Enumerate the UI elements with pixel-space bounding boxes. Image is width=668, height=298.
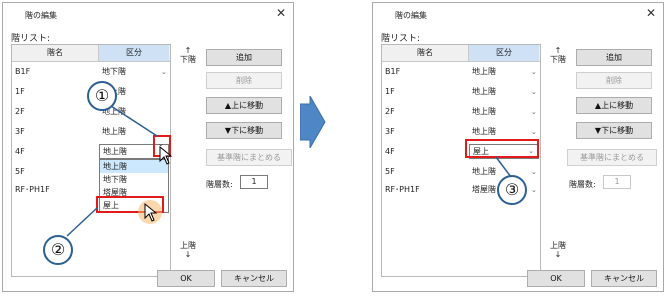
table-row[interactable]: 2F 地上階 ⌄ [382,103,540,121]
floor-name-cell: 2F [15,107,25,116]
floor-list-label: 階リスト: [11,34,51,44]
floor-list-table: 階名 区分 B1F 地上階 ⌄ 1F 地上階 ⌄ 2F 地上階 ⌄ 3F 地上階… [381,44,541,277]
floor-name-cell: RF･PH1F [15,185,50,194]
add-button[interactable]: 追加 [206,49,282,66]
floor-name-cell: RF･PH1F [385,185,420,194]
lower-floor-label: 下階 [550,55,566,64]
arrow-down-icon: ↓ [184,250,192,259]
cancel-button[interactable]: キャンセル [591,270,657,287]
floor-edit-dialog-before: 階の編集 ✕ 階リスト: 階名 区分 B1F 地下階 ⌄ 1F 地上階 2F 地… [2,2,294,292]
floor-count-label: 階層数: [206,180,233,189]
arrow-down-icon: ↓ [554,250,562,259]
column-header-category[interactable]: 区分 [99,45,169,61]
floor-name-cell: B1F [15,67,31,76]
side-bottom-label: 上階 ↓ [180,241,196,259]
floor-name-cell: 4F [15,147,25,156]
close-icon[interactable]: ✕ [646,6,656,20]
floor-name-cell: 1F [385,87,395,96]
chevron-down-icon[interactable]: ⌄ [531,163,537,181]
callout-step-3: ③ [497,175,527,205]
category-cell: 地上階 [472,87,496,96]
callout-pointer-3 [495,156,512,178]
floor-name-cell: 2F [385,107,395,116]
category-cell: 地下階 [102,67,126,76]
cancel-button[interactable]: キャンセル [221,270,287,287]
floor-edit-dialog-after: 階の編集 ✕ 階リスト: 階名 区分 B1F 地上階 ⌄ 1F 地上階 ⌄ 2F… [372,2,664,292]
mouse-pointer-icon [159,146,173,165]
side-bottom-label: 上階 ↓ [550,241,566,259]
dialog-title: 階の編集 [25,11,57,20]
arrow-up-icon: ↑ [554,46,562,55]
table-header: 階名 区分 [12,45,170,62]
side-top-label: ↑ 下階 [180,46,196,64]
move-up-button[interactable]: ▲上に移動 [576,97,652,114]
lower-floor-label: 下階 [180,55,196,64]
move-down-button[interactable]: ▼下に移動 [576,122,652,139]
category-cell: 塔屋階 [472,185,496,194]
ok-button[interactable]: OK [157,270,215,287]
floor-name-cell: 1F [15,87,25,96]
step-arrow-icon [300,96,326,148]
floor-name-cell: 4F [385,147,395,156]
mouse-click-highlight-icon [138,200,162,224]
column-header-floor-name[interactable]: 階名 [12,45,99,61]
table-row[interactable]: B1F 地下階 ⌄ [12,63,170,81]
callout-step-2: ② [43,235,73,265]
merge-base-floor-button[interactable]: 基準階にまとめる [567,149,657,166]
floor-name-cell: 3F [385,127,395,136]
floor-count-label: 階層数: [569,180,596,189]
callout-pointer-2 [66,207,98,237]
chevron-down-icon[interactable]: ⌄ [531,63,537,81]
upper-floor-label: 上階 [180,241,196,250]
category-cell: 地上階 [472,107,496,116]
floor-list-label: 階リスト: [381,34,421,44]
ok-button[interactable]: OK [527,270,585,287]
callout-pointer-1 [110,105,158,137]
merge-base-floor-button[interactable]: 基準階にまとめる [206,149,292,166]
floor-name-cell: B1F [385,67,401,76]
side-top-label: ↑ 下階 [550,46,566,64]
close-icon[interactable]: ✕ [276,6,286,20]
chevron-down-icon[interactable]: ⌄ [161,63,167,81]
floor-name-cell: 5F [15,167,25,176]
column-header-category[interactable]: 区分 [469,45,539,61]
arrow-up-icon: ↑ [184,46,192,55]
table-row[interactable]: B1F 地上階 ⌄ [382,63,540,81]
dialog-title: 階の編集 [395,11,427,20]
move-up-button[interactable]: ▲上に移動 [206,97,282,114]
add-button[interactable]: 追加 [576,49,652,66]
floor-name-cell: 3F [15,127,25,136]
chevron-down-icon[interactable]: ⌄ [531,83,537,101]
floor-count-input[interactable]: 1 [240,175,268,189]
dropdown-option[interactable]: 地下階 [100,173,168,186]
floor-list-table: 階名 区分 B1F 地下階 ⌄ 1F 地上階 2F 地上階 3F 地上階 4F … [11,44,171,277]
column-header-floor-name[interactable]: 階名 [382,45,469,61]
chevron-down-icon[interactable]: ⌄ [531,103,537,121]
move-down-button[interactable]: ▼下に移動 [206,122,282,139]
delete-button[interactable]: 削除 [206,72,282,89]
upper-floor-label: 上階 [550,241,566,250]
floor-count-input[interactable]: 1 [603,175,631,189]
floor-name-cell: 5F [385,167,395,176]
chevron-down-icon[interactable]: ⌄ [531,181,537,199]
table-row[interactable]: 1F 地上階 ⌄ [382,83,540,101]
category-cell: 地上階 [472,67,496,76]
table-header: 階名 区分 [382,45,540,62]
delete-button[interactable]: 削除 [576,72,652,89]
